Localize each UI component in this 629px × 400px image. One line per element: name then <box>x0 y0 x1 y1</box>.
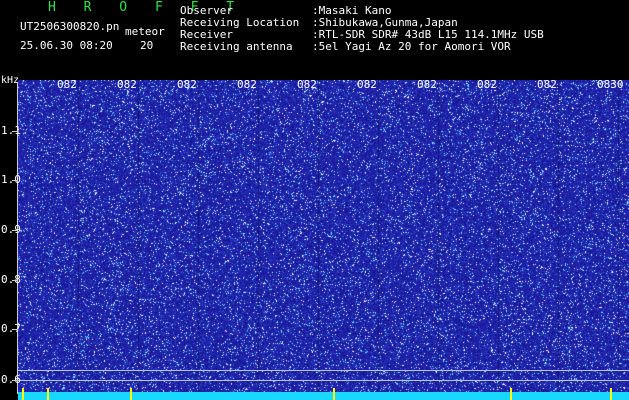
x-axis-label: 082 <box>177 78 197 91</box>
meteor-marker <box>333 388 335 400</box>
y-tick <box>12 131 18 132</box>
hroft-spectrogram-window: H R O F F T UT2506300820.pn meteor 25.06… <box>0 0 629 400</box>
y-tick <box>12 180 18 181</box>
x-axis-label: 082 <box>477 78 497 91</box>
meteor-label: meteor <box>125 25 165 38</box>
meteor-marker <box>22 388 24 400</box>
meteor-marker <box>130 388 132 400</box>
x-axis-label: 082 <box>357 78 377 91</box>
guide-line-lower <box>18 380 629 381</box>
x-axis-label: 082 <box>417 78 437 91</box>
antenna-value: :5el Yagi Az 20 for Aomori VOR <box>312 40 511 53</box>
x-axis-label: 082 <box>57 78 77 91</box>
guide-line-upper <box>18 370 629 371</box>
x-axis-label: 082 <box>237 78 257 91</box>
antenna-label: Receiving antenna <box>180 40 293 53</box>
info-labels: Observer Receiving Location Receiver Rec… <box>180 5 299 53</box>
meteor-marker <box>47 388 49 400</box>
x-axis-label: 082 <box>297 78 317 91</box>
x-axis-label: 0830 <box>597 78 624 91</box>
date-time: 25.06.30 08:20 <box>20 39 113 52</box>
meteor-count: 20 <box>140 39 154 52</box>
spectrogram-plot <box>18 80 629 400</box>
y-tick <box>12 380 18 381</box>
y-tick <box>12 280 18 281</box>
file-name: UT2506300820.pn <box>20 20 120 33</box>
meteor-signal-band <box>18 392 629 400</box>
x-axis-label: 082 <box>117 78 137 91</box>
meteor-marker <box>510 388 512 400</box>
y-tick <box>12 230 18 231</box>
info-values: :Masaki Kano :Shibukawa,Gunma,Japan :RTL… <box>312 5 544 53</box>
meteor-marker <box>610 388 612 400</box>
y-tick <box>12 329 18 330</box>
x-axis-label: 082 <box>537 78 557 91</box>
